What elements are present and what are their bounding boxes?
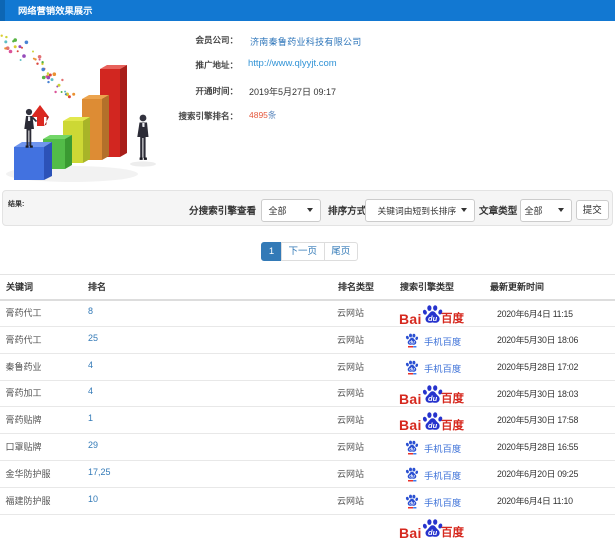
svg-text:du: du: [409, 447, 415, 452]
svg-text:du: du: [409, 474, 415, 479]
svg-text:du: du: [428, 528, 438, 537]
svg-text:du: du: [409, 340, 415, 345]
svg-text:du: du: [409, 501, 415, 506]
svg-text:du: du: [428, 394, 438, 403]
svg-text:du: du: [428, 420, 438, 429]
svg-text:du: du: [428, 314, 438, 323]
svg-text:du: du: [409, 367, 415, 372]
